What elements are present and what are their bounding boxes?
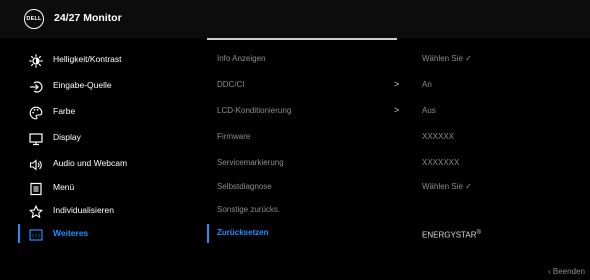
dell-logo: DELL [24,9,44,29]
osd-header: DELL 24/27 Monitor [0,0,590,38]
menu-item-color[interactable]: Farbe [0,102,200,124]
monitor-title: 24/27 Monitor [54,12,122,24]
submenu-item-label: DDC/CI [217,80,245,89]
brightness-icon [29,54,43,68]
svg-text:i i i: i i i [32,234,39,240]
color-palette-icon [29,106,43,120]
submenu-item-label: Servicemarkierung [217,158,284,167]
submenu-item-label: LCD-Konditionierung [217,106,292,115]
menu-item-label: Menü [53,182,75,192]
value-text: An [422,80,432,89]
osd-menu: DELL 24/27 Monitor Helligkeit/Kontrast E… [0,0,590,280]
value-self-diagnostic: Wählen Sie ✓ [422,178,572,200]
energystar-text: ENERGYSTAR [422,230,477,240]
submenu-item-service-tag: Servicemarkierung [217,154,407,176]
menu-item-audio-webcam[interactable]: Audio und Webcam [0,154,200,176]
submenu-indicator-line [207,38,397,40]
active-submenu-marker [207,224,209,243]
submenu-item-label: Zurücksetzen [217,228,269,237]
submenu-item-other-reset[interactable]: Sonstige zurücks. [217,201,407,223]
value-text: XXXXXX [422,132,455,141]
others-icon: i i i [29,228,43,242]
submenu-item-label: Selbstdiagnose [217,182,272,191]
submenu-item-factory-reset[interactable]: Zurücksetzen [217,224,407,246]
menu-item-menu[interactable]: Menü [0,178,200,200]
menu-item-input-source[interactable]: Eingabe-Quelle [0,76,200,98]
value-firmware: XXXXXX [422,128,572,150]
value-text: Wählen Sie [422,54,463,63]
menu-item-label: Weiteres [53,228,89,238]
menu-item-label: Individualisieren [53,205,114,215]
menu-list-icon [29,182,43,196]
menu-item-label: Helligkeit/Kontrast [53,54,122,64]
chevron-right-icon: > [394,105,400,115]
submenu-item-label: Info Anzeigen [217,54,266,63]
value-ddc-ci: An [422,76,572,98]
value-display-info: Wählen Sie ✓ [422,50,572,72]
value-text: Wählen Sie [422,182,463,191]
value-lcd-conditioning: Aus [422,102,572,124]
logo-text: DELL [26,16,42,22]
chevron-right-icon: > [394,79,400,89]
value-text: XXXXXXX [422,158,460,167]
menu-item-label: Display [53,132,81,142]
exit-button[interactable]: ‹ Beenden [548,267,585,276]
menu-item-label: Audio und Webcam [53,158,128,168]
check-icon: ✓ [465,182,472,191]
menu-item-label: Eingabe-Quelle [53,80,112,90]
submenu-item-display-info[interactable]: Info Anzeigen [217,50,407,72]
energystar-label: ENERGYSTAR® [422,226,572,248]
menu-item-others[interactable]: i i i Weiteres [0,224,200,246]
submenu-item-lcd-conditioning[interactable]: LCD-Konditionierung > [217,102,407,124]
menu-item-label: Farbe [53,106,76,116]
check-icon: ✓ [465,54,472,63]
value-text: Aus [422,106,436,115]
submenu-item-self-diagnostic[interactable]: Selbstdiagnose [217,178,407,200]
submenu-item-label: Sonstige zurücks. [217,205,281,214]
speaker-icon [29,158,43,172]
display-monitor-icon [29,132,43,146]
submenu-item-firmware: Firmware [217,128,407,150]
input-source-icon [29,80,43,94]
star-icon [29,205,43,219]
submenu-item-ddc-ci[interactable]: DDC/CI > [217,76,407,98]
registered-mark: ® [476,230,481,236]
submenu-item-label: Firmware [217,132,251,141]
menu-item-personalize[interactable]: Individualisieren [0,201,200,223]
menu-item-brightness-contrast[interactable]: Helligkeit/Kontrast [0,50,200,72]
menu-item-display[interactable]: Display [0,128,200,150]
value-service-tag: XXXXXXX [422,154,572,176]
